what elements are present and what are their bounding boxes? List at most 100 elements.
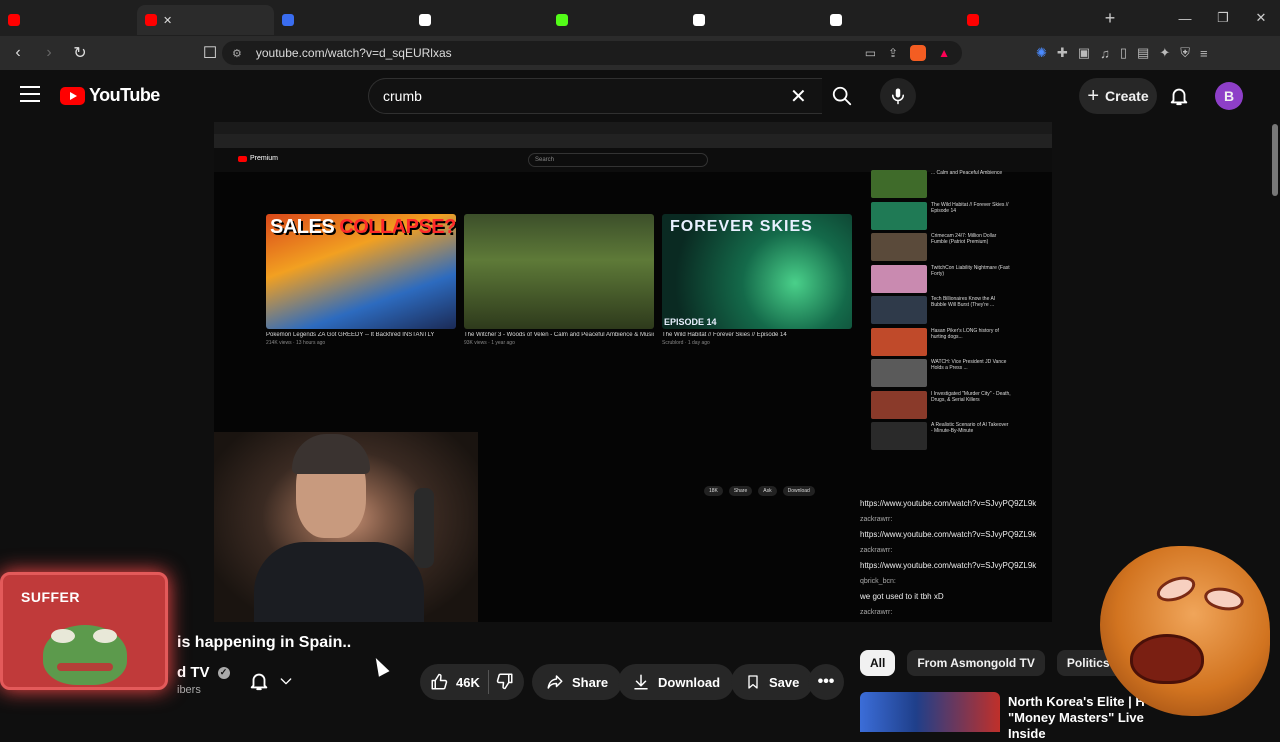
filter-chip[interactable]: All [860,650,896,676]
browser-tab[interactable]: BeansIsBaked Stream [548,5,685,35]
like-button[interactable]: 46K [430,673,480,691]
thumbs-down-icon [496,673,513,689]
stream-video-actions: 18K Share Ask Download [704,486,815,496]
browser-tab[interactable]: (3) BeansIsBaked (@B [411,5,548,35]
stream-thumbnails: SALES COLLAPSE? Pokemon Legends ZA Got G… [266,214,852,346]
pepe-suffer-overlay: SUFFER [0,572,168,690]
leo-icon[interactable]: ✦ [1159,45,1170,61]
brave-shields-icon[interactable] [910,45,927,61]
share-page-icon[interactable]: ⇪ [888,46,898,60]
stream-search-box: Search [528,153,708,167]
stream-thumb: SALES COLLAPSE? Pokemon Legends ZA Got G… [266,214,456,346]
tab-favicon-icon [419,14,431,26]
chat-message: https://www.youtube.com/watch?v=SJvyPQ9Z… [860,499,1037,508]
new-tab-button[interactable]: + [1096,8,1124,29]
stream-side-item: A Realistic Scenario of AI Takeover - Mi… [871,422,1011,454]
share-button[interactable]: Share [532,664,623,700]
sidebar-icon[interactable]: ▯ [1120,45,1127,61]
close-window-icon[interactable]: ✕ [1242,0,1280,36]
mouse-cursor [370,655,390,677]
vpn-icon[interactable]: ⛨ [1180,45,1190,61]
stream-side-item: Tech Billionaires Know the AI Bubble Wil… [871,296,1011,328]
page-scrollbar[interactable] [1272,124,1278,196]
dislike-button[interactable] [496,672,514,693]
youtube-logo[interactable]: YouTube [60,85,160,106]
recommendation-thumbnail[interactable] [860,692,1000,732]
filter-chip[interactable]: From Asmongold TV [907,650,1045,676]
potato-mouth [1130,634,1204,684]
stream-side-title: WATCH: Vice President JD Vance Holds a P… [931,359,1007,371]
browser-tab[interactable]: Left at the Lights: Ima [274,5,411,35]
bookmark-icon[interactable]: ☐ [197,40,223,66]
stream-side-item: ... Calm and Peaceful Ambience [871,170,1011,202]
stream-side-title: TwitchCon Liability Nightmare (Fast Fort… [931,264,1010,277]
browser-tab[interactable]: This Is Disgusting [0,5,137,35]
search-button[interactable] [822,78,862,114]
minimize-icon[interactable]: — [1166,0,1204,36]
tab-favicon-icon [830,14,842,26]
chat-username: zackrawrr: [860,516,893,523]
search-icon [832,86,852,106]
pepe-eye [51,629,75,643]
stream-side-item: WATCH: Vice President JD Vance Holds a P… [871,359,1011,391]
stream-side-item: Hasan Piker's LONG history of hurting do… [871,327,1011,360]
tab-favicon-icon [693,14,705,26]
angry-potato-sticker [1100,538,1280,720]
url-bar[interactable]: ⚙ youtube.com/watch?v=d_sqEURlxas ▭ ⇪ ▲ [222,41,962,65]
tab-favicon-icon [556,14,568,26]
more-actions-button[interactable]: ••• [808,664,844,700]
browser-tab[interactable]: Bishop Bullwinkle Hel [959,5,1096,35]
bookmark-save-icon [748,675,758,689]
maximize-icon[interactable]: ❐ [1204,0,1242,36]
voice-search-button[interactable] [880,78,916,114]
stream-side-thumb [871,170,927,198]
wallet2-icon[interactable]: ▤ [1137,45,1149,61]
thumb-headline: SALES COLLAPSE? [270,216,456,238]
create-button[interactable]: + Create [1079,78,1157,114]
stream-action-pill: Share [728,486,753,496]
download-button[interactable]: Download [618,664,735,700]
stream-side-thumb [871,264,927,293]
download-icon [634,674,648,690]
stream-side-thumb [871,233,927,261]
extension-icon[interactable]: ✺ [1036,45,1047,61]
overlay-label: SUFFER [21,589,80,605]
search-input[interactable]: crumb [368,78,822,114]
menu-icon[interactable]: ≡ [1200,46,1208,61]
save-button[interactable]: Save [731,664,814,700]
wallet-icon[interactable]: ▣ [1078,45,1090,61]
brave-rewards-icon[interactable]: ▲ [938,46,950,60]
menu-hamburger-icon[interactable] [20,86,40,104]
clear-search-icon[interactable]: ✕ [790,84,807,109]
stream-side-item: TwitchCon Liability Nightmare (Fast Fort… [871,264,1011,297]
puzzle-icon[interactable]: ✚ [1057,45,1068,61]
subscription-bell-button[interactable] [248,664,304,698]
browser-tab[interactable]: (3) kirkinator on X: "N [822,5,959,35]
stream-side-item: The Wild Habitat // Forever Skies // Epi… [871,201,1011,234]
tab-favicon-icon [967,14,979,26]
forward-icon[interactable]: › [36,40,62,66]
tab-favicon-icon [8,14,20,26]
site-info-icon[interactable]: ⚙ [232,47,242,60]
music-icon[interactable]: ♫ [1100,46,1110,61]
chat-username: zackrawrr: [860,547,893,554]
reload-icon[interactable]: ↻ [67,40,93,66]
back-icon[interactable]: ‹ [5,40,31,66]
stream-action-pill: Ask [758,486,777,496]
stream-youtube-header: Premium Search [214,148,1052,172]
share-icon [547,675,563,689]
tab-close-icon[interactable]: ✕ [163,14,172,27]
stream-browser-tabs [214,122,1052,134]
screen-cast-icon[interactable]: ▭ [865,46,876,60]
notifications-bell-icon[interactable] [1168,84,1190,113]
bell-icon [250,673,268,691]
avatar[interactable]: B [1215,82,1243,110]
stream-side-thumb [871,359,927,387]
url-text: youtube.com/watch?v=d_sqEURlxas [255,46,452,60]
browser-tab[interactable]: (3) notPNWGUERRILL [685,5,822,35]
channel-name[interactable]: d TV ✓ [177,664,230,681]
video-player[interactable]: Premium Search SALES COLLAPSE? Pokemon L… [214,122,1052,622]
browser-tab[interactable]: What the f*ck✕ [137,5,274,35]
stream-thumb: FOREVER SKIES EPISODE 14 The Wild Habita… [662,214,852,346]
stream-youtube-logo: Premium [238,155,278,162]
